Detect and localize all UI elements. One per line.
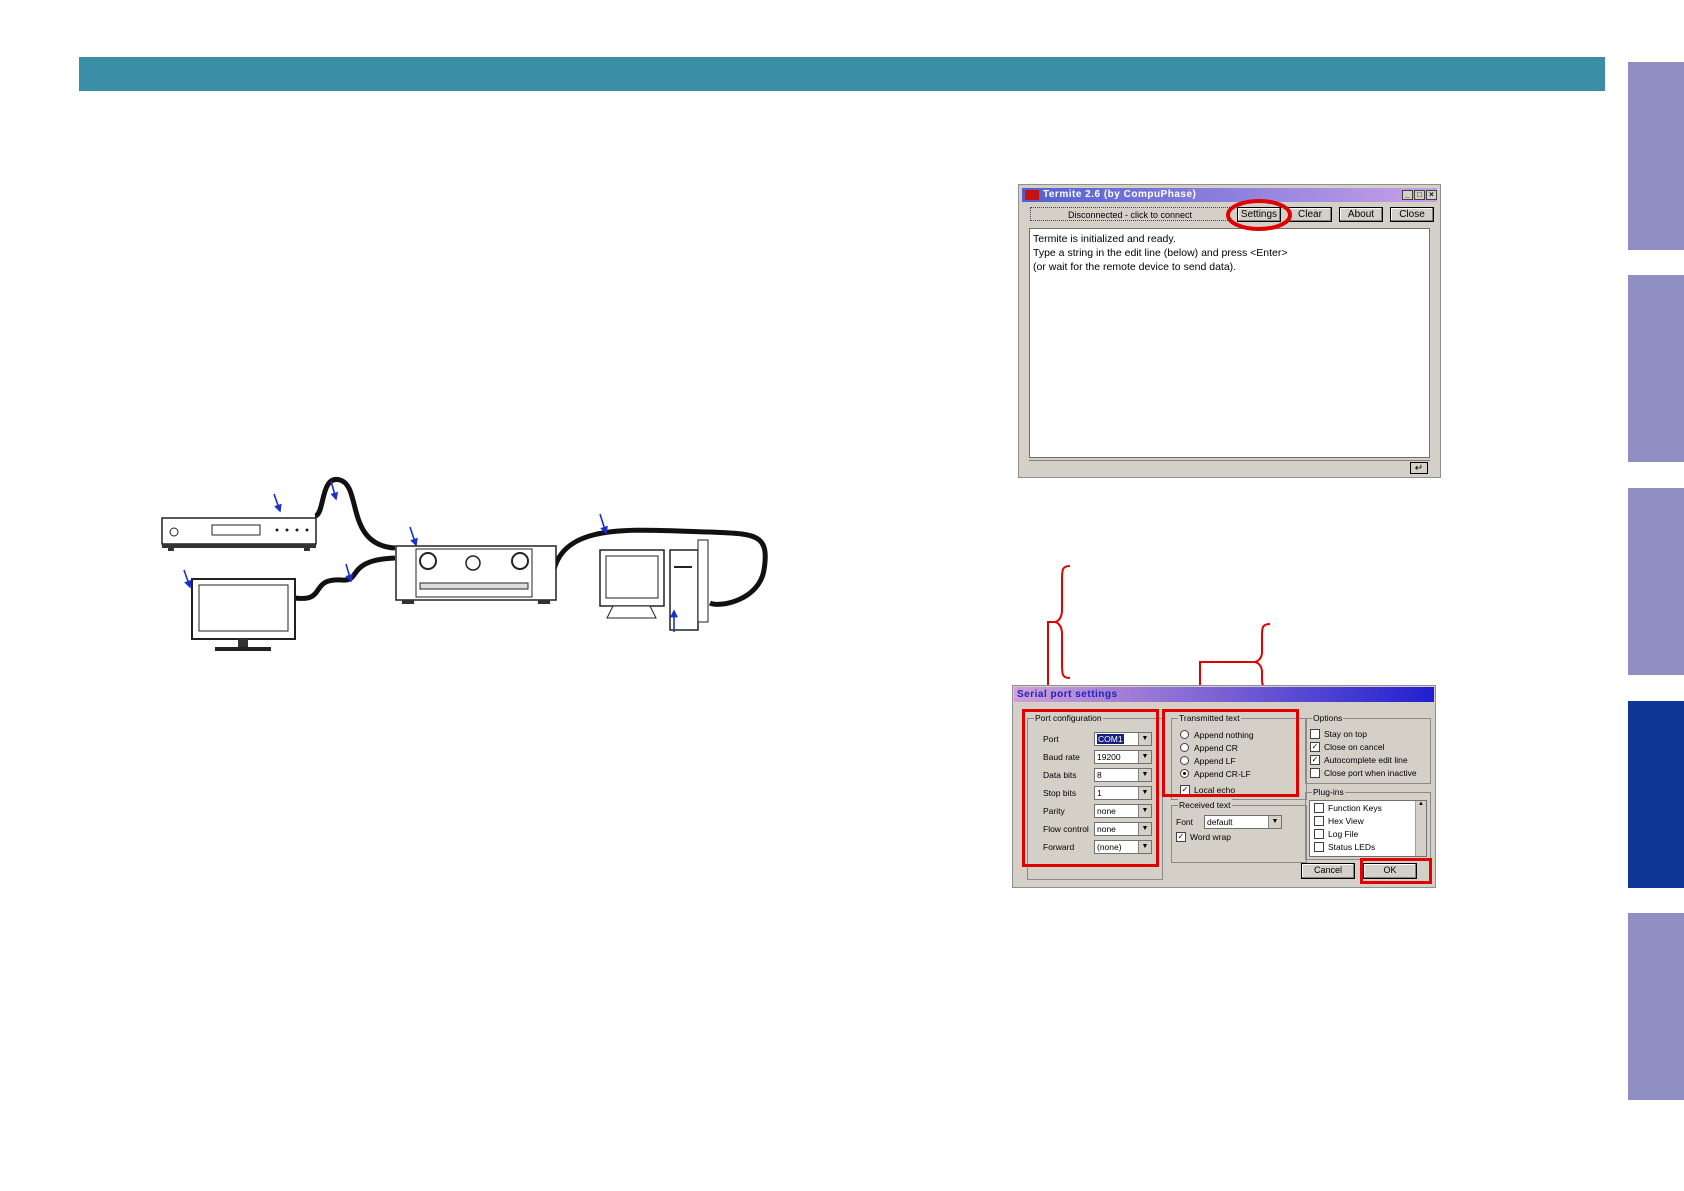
list-item-label: Hex View [1328, 816, 1364, 826]
maximize-icon[interactable]: □ [1414, 190, 1425, 200]
font-value: default [1207, 817, 1233, 827]
dialog-title: Serial port settings [1017, 689, 1118, 700]
list-item-label: Log File [1328, 829, 1359, 839]
header-bar [79, 57, 1605, 91]
side-tab-4-active[interactable] [1628, 701, 1684, 888]
checkbox-icon[interactable] [1314, 829, 1324, 839]
connection-illustration [161, 477, 768, 651]
arrow-hdmi-out [330, 480, 339, 501]
side-tab-3[interactable] [1628, 488, 1684, 675]
plugins-list[interactable]: Function Keys Hex View Log File Status L… [1309, 800, 1427, 857]
checkbox-icon[interactable] [1314, 842, 1324, 852]
word-wrap-checkbox[interactable]: ✓ Word wrap [1176, 831, 1231, 843]
list-item[interactable]: Status LEDs [1314, 841, 1375, 853]
close-icon[interactable]: × [1426, 190, 1437, 200]
ok-button-highlight [1360, 858, 1432, 884]
tv-icon [191, 578, 296, 651]
checkbox-label: Stay on top [1324, 729, 1368, 739]
pc-icon [599, 539, 709, 631]
checkbox-label: Autocomplete edit line [1324, 755, 1408, 765]
hdmi-cable-tv [294, 555, 396, 601]
output-area[interactable]: Termite is initialized and ready. Type a… [1029, 228, 1430, 458]
list-item-label: Function Keys [1328, 803, 1382, 813]
enter-icon[interactable]: ↵ [1410, 462, 1428, 474]
app-logo-icon [1025, 190, 1039, 200]
list-item[interactable]: Hex View [1314, 815, 1364, 827]
arrow-cd-player [273, 493, 282, 513]
checkbox-label: Word wrap [1190, 832, 1231, 842]
output-line: (or wait for the remote device to send d… [1033, 261, 1237, 273]
close-port-inactive-checkbox[interactable]: Close port when inactive [1310, 767, 1417, 779]
window-title: Termite 2.6 (by CompuPhase) [1043, 189, 1197, 200]
hdmi-cable-player [313, 477, 396, 551]
minimize-icon[interactable]: _ [1402, 190, 1413, 200]
stay-on-top-checkbox[interactable]: Stay on top [1310, 728, 1367, 740]
list-item[interactable]: Function Keys [1314, 802, 1382, 814]
font-select[interactable]: default ▼ [1204, 815, 1282, 829]
arrow-rs232c-cable [599, 513, 608, 535]
checkbox-icon[interactable] [1310, 768, 1320, 778]
checkbox-icon[interactable] [1314, 816, 1324, 826]
checkmark-icon[interactable]: ✓ [1310, 742, 1320, 752]
checkbox-icon[interactable] [1314, 803, 1324, 813]
options-group: Options Stay on top ✓ Close on cancel ✓ Au… [1305, 712, 1431, 784]
checkmark-icon[interactable]: ✓ [1310, 755, 1320, 765]
chevron-down-icon[interactable]: ▼ [1268, 816, 1281, 828]
about-button[interactable]: About [1339, 207, 1383, 222]
group-legend: Plug-ins [1312, 786, 1345, 798]
edit-line-input[interactable]: ↵ [1029, 460, 1430, 475]
group-legend: Options [1312, 712, 1344, 724]
arrow-receiver [409, 526, 418, 547]
settings-highlight-ellipse [1226, 199, 1292, 231]
close-on-cancel-checkbox[interactable]: ✓ Close on cancel [1310, 741, 1384, 753]
list-item-label: Status LEDs [1328, 842, 1376, 852]
checkbox-label: Close port when inactive [1324, 768, 1417, 778]
dialog-title-bar: Serial port settings [1014, 687, 1434, 702]
checkbox-icon[interactable] [1310, 729, 1320, 739]
list-item[interactable]: Log File [1314, 828, 1358, 840]
connection-status-button[interactable]: Disconnected - click to connect [1030, 207, 1230, 221]
side-tab-1[interactable] [1628, 62, 1684, 250]
checkmark-icon[interactable]: ✓ [1176, 832, 1186, 842]
cancel-button[interactable]: Cancel [1301, 863, 1355, 879]
font-label: Font [1176, 817, 1194, 827]
output-line: Type a string in the edit line (below) a… [1033, 247, 1288, 259]
side-tab-5[interactable] [1628, 913, 1684, 1100]
av-receiver-icon [395, 545, 557, 604]
checkbox-label: Close on cancel [1324, 742, 1385, 752]
received-text-group: Received text Font default ▼ ✓ Word wrap [1171, 799, 1307, 863]
output-line: Termite is initialized and ready. [1033, 233, 1176, 245]
close-button[interactable]: Close [1390, 207, 1434, 222]
clear-button[interactable]: Clear [1288, 207, 1332, 222]
autocomplete-checkbox[interactable]: ✓ Autocomplete edit line [1310, 754, 1408, 766]
group-legend: Received text [1178, 799, 1232, 811]
scrollbar[interactable]: ▲ [1415, 801, 1426, 856]
cd-player-icon [161, 517, 317, 551]
plugins-group: Plug-ins Function Keys Hex View Log File… [1305, 786, 1431, 860]
side-tab-2[interactable] [1628, 275, 1684, 462]
arrow-tv [183, 569, 192, 589]
transmitted-text-highlight [1162, 709, 1299, 797]
port-configuration-highlight [1022, 709, 1159, 867]
